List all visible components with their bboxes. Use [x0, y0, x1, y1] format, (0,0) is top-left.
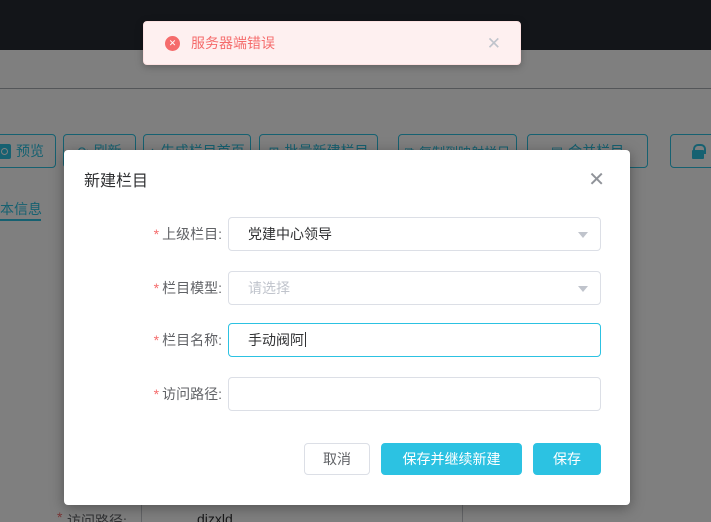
column-name-value: 手动阀阿 [248, 332, 304, 348]
column-name-label: * 栏目名称: [153, 332, 222, 348]
access-path-input[interactable] [228, 377, 601, 411]
access-path-row: * 访问路径: [64, 377, 630, 411]
toast-message: 服务器端错误 [191, 35, 275, 51]
cancel-button[interactable]: 取消 [304, 443, 370, 475]
save-button[interactable]: 保存 [533, 443, 601, 475]
required-mark: * [153, 332, 160, 348]
column-model-row: * 栏目模型: 请选择 [64, 271, 630, 305]
screen: 预览 ⟳ 刷新 ↑ 生成栏目首页 ⊞ 批量新建栏目 ⧉ 复制到映射栏目 ▤ 合并… [0, 0, 711, 522]
dialog-title: 新建栏目 [84, 173, 149, 190]
text-cursor [305, 332, 306, 347]
column-model-label: * 栏目模型: [153, 280, 222, 296]
parent-column-label: * 上级栏目: [153, 226, 222, 242]
chevron-down-icon [578, 286, 588, 292]
required-mark: * [153, 386, 160, 402]
parent-column-row: * 上级栏目: 党建中心领导 [64, 217, 630, 251]
column-name-input[interactable]: 手动阀阿 [228, 323, 601, 357]
parent-column-value: 党建中心领导 [248, 226, 332, 242]
error-toast: ✕ 服务器端错误 ✕ [143, 21, 521, 65]
required-mark: * [153, 280, 160, 296]
error-circle-icon: ✕ [165, 35, 180, 51]
toast-close-icon[interactable]: ✕ [487, 35, 501, 52]
dialog-footer: 取消 保存并继续新建 保存 [64, 443, 630, 475]
column-name-row: * 栏目名称: 手动阀阿 [64, 323, 630, 357]
chevron-down-icon [578, 232, 588, 238]
save-and-continue-button[interactable]: 保存并继续新建 [381, 443, 522, 475]
dialog-close-icon[interactable]: ✕ [588, 170, 605, 190]
required-mark: * [153, 226, 160, 242]
column-model-placeholder: 请选择 [248, 280, 290, 296]
access-path-label: * 访问路径: [153, 386, 222, 402]
parent-column-select[interactable]: 党建中心领导 [228, 217, 601, 251]
new-column-dialog: 新建栏目 ✕ * 上级栏目: 党建中心领导 * 栏目模型: 请选择 * 栏目名称: 手… [64, 150, 630, 505]
column-model-select[interactable]: 请选择 [228, 271, 601, 305]
